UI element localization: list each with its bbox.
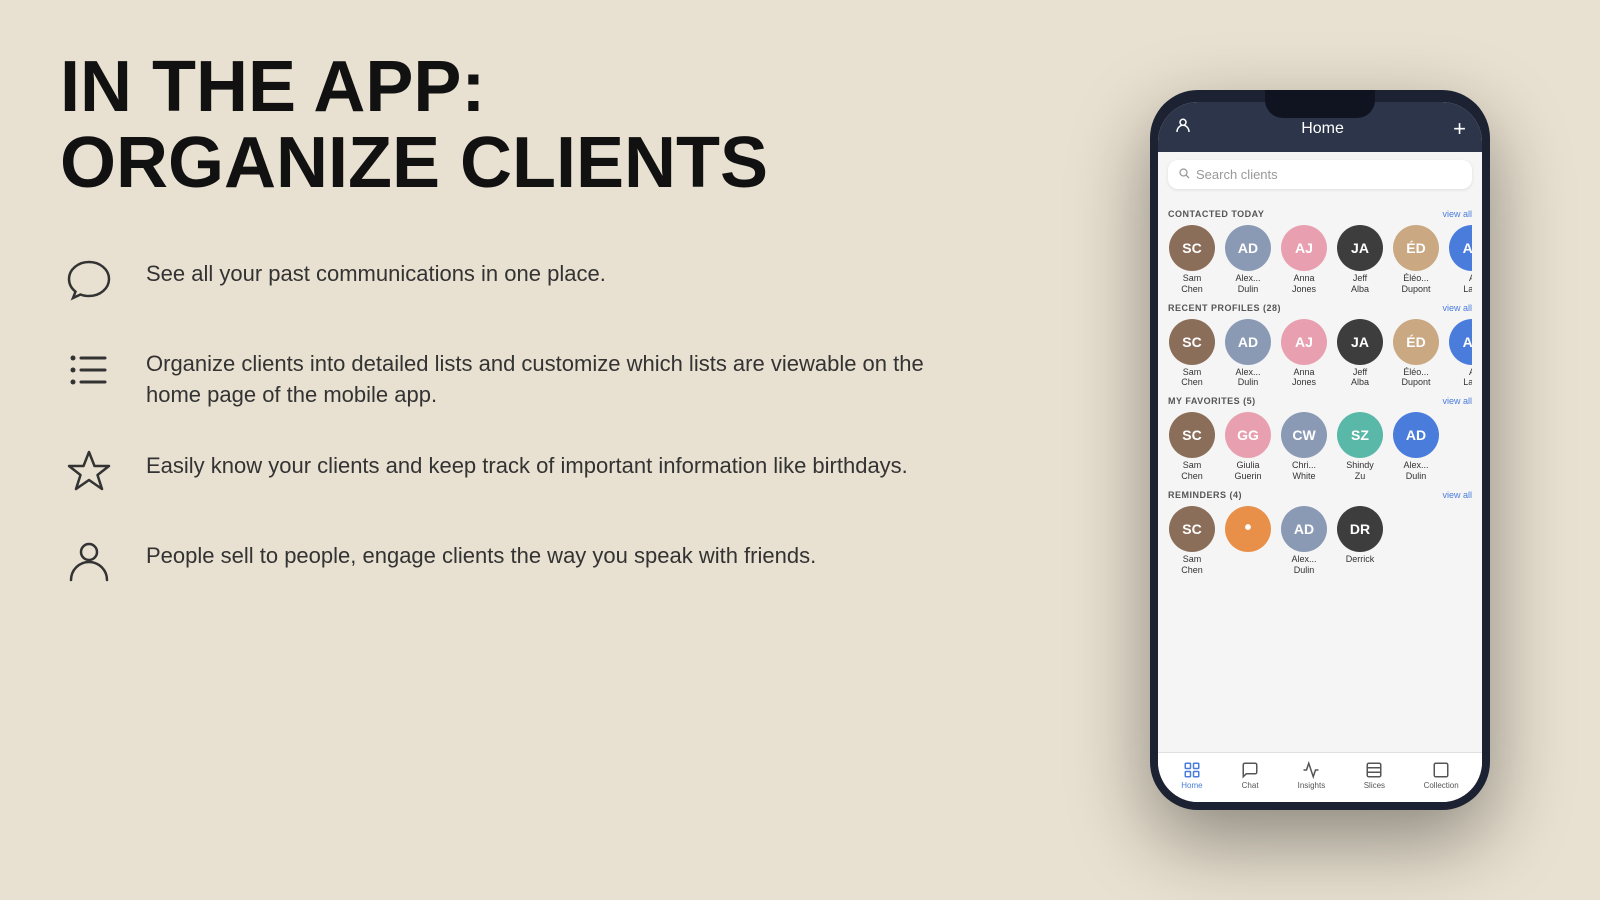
phone-mockup: Home + Search clients CONTACTED TODAY xyxy=(1150,90,1490,810)
list-item[interactable]: AD Alex...Dulin xyxy=(1280,506,1328,576)
section-header-reminders: REMINDERS (4) view all xyxy=(1168,490,1472,500)
list-item[interactable]: • xyxy=(1224,506,1272,576)
section-title-contacted-today: CONTACTED TODAY xyxy=(1168,209,1264,219)
avatars-my-favorites: SC SamChen GG GiuliaGuerin CW Chri...Whi… xyxy=(1168,412,1472,482)
app-title: Home xyxy=(1301,120,1344,138)
list-item[interactable]: SC SamChen xyxy=(1168,225,1216,295)
list-item[interactable]: JA JeffAlba xyxy=(1336,319,1384,389)
avatar: SC xyxy=(1169,225,1215,271)
avatar: ÉD xyxy=(1393,319,1439,365)
avatar: AJ xyxy=(1281,319,1327,365)
nav-label-slices: Slices xyxy=(1364,781,1385,790)
feature-text-person: People sell to people, engage clients th… xyxy=(146,533,816,572)
avatar: • xyxy=(1225,506,1271,552)
view-all-recent-profiles[interactable]: view all xyxy=(1442,303,1472,313)
right-panel: Home + Search clients CONTACTED TODAY xyxy=(1040,0,1600,900)
avatar: JA xyxy=(1337,319,1383,365)
feature-text-star: Easily know your clients and keep track … xyxy=(146,443,908,482)
avatar: AD xyxy=(1393,412,1439,458)
section-header-my-favorites: MY FAVORITES (5) view all xyxy=(1168,396,1472,406)
avatar: SZ xyxy=(1337,412,1383,458)
phone-notch xyxy=(1265,90,1375,118)
feature-item-person: People sell to people, engage clients th… xyxy=(60,533,980,591)
list-item[interactable]: SC SamChen xyxy=(1168,506,1216,576)
section-header-contacted-today: CONTACTED TODAY view all xyxy=(1168,209,1472,219)
view-all-reminders[interactable]: view all xyxy=(1442,490,1472,500)
avatars-reminders: SC SamChen • AD Alex...Dulin DR Derrick xyxy=(1168,506,1472,576)
list-item[interactable]: JA JeffAlba xyxy=(1336,225,1384,295)
feature-text-chat: See all your past communications in one … xyxy=(146,251,606,290)
add-button[interactable]: + xyxy=(1453,116,1466,142)
feature-text-list: Organize clients into detailed lists and… xyxy=(146,341,980,411)
avatar: SC xyxy=(1169,412,1215,458)
avatar: AD xyxy=(1225,225,1271,271)
phone-screen: Home + Search clients CONTACTED TODAY xyxy=(1158,102,1482,802)
person-icon xyxy=(60,533,118,591)
nav-label-home: Home xyxy=(1181,781,1202,790)
list-item[interactable]: ÉD Éléo...Dupont xyxy=(1392,225,1440,295)
star-icon xyxy=(60,443,118,501)
nav-item-chat[interactable]: Chat xyxy=(1241,761,1259,790)
nav-item-home[interactable]: Home xyxy=(1181,761,1202,790)
avatar: CW xyxy=(1281,412,1327,458)
list-icon xyxy=(60,341,118,399)
avatar: AL xyxy=(1449,225,1472,271)
avatar: JA xyxy=(1337,225,1383,271)
list-item[interactable]: CW Chri...White xyxy=(1280,412,1328,482)
list-item[interactable]: SC SamChen xyxy=(1168,319,1216,389)
view-all-contacted-today[interactable]: view all xyxy=(1442,209,1472,219)
section-title-my-favorites: MY FAVORITES (5) xyxy=(1168,396,1256,406)
list-item[interactable]: AD Alex...Dulin xyxy=(1392,412,1440,482)
feature-item-list: Organize clients into detailed lists and… xyxy=(60,341,980,411)
list-item[interactable]: ÉD Éléo...Dupont xyxy=(1392,319,1440,389)
header-person-icon[interactable] xyxy=(1174,117,1192,141)
search-icon xyxy=(1178,167,1190,182)
avatar: AL xyxy=(1449,319,1472,365)
nav-label-chat: Chat xyxy=(1242,781,1259,790)
list-item[interactable]: AD Alex...Dulin xyxy=(1224,225,1272,295)
nav-item-insights[interactable]: Insights xyxy=(1298,761,1326,790)
view-all-my-favorites[interactable]: view all xyxy=(1442,396,1472,406)
feature-item-chat: See all your past communications in one … xyxy=(60,251,980,309)
list-item[interactable]: GG GiuliaGuerin xyxy=(1224,412,1272,482)
section-title-reminders: REMINDERS (4) xyxy=(1168,490,1242,500)
avatar: SC xyxy=(1169,319,1215,365)
chat-icon xyxy=(60,251,118,309)
list-item[interactable]: SC SamChen xyxy=(1168,412,1216,482)
avatars-contacted-today: SC SamChen AD Alex...Dulin AJ AnnaJones … xyxy=(1168,225,1472,295)
section-title-recent-profiles: RECENT PROFILES (28) xyxy=(1168,303,1281,313)
nav-label-collection: Collection xyxy=(1424,781,1459,790)
avatar: GG xyxy=(1225,412,1271,458)
list-item[interactable]: SZ ShindyZu xyxy=(1336,412,1384,482)
feature-item-star: Easily know your clients and keep track … xyxy=(60,443,980,501)
search-placeholder: Search clients xyxy=(1196,167,1278,182)
list-item[interactable]: DR Derrick xyxy=(1336,506,1384,576)
list-item[interactable]: AL ALa... xyxy=(1448,225,1472,295)
page-title: IN THE APP: ORGANIZE CLIENTS xyxy=(60,50,980,201)
list-item[interactable]: AL ALa... xyxy=(1448,319,1472,389)
avatar: SC xyxy=(1169,506,1215,552)
list-item[interactable]: AJ AnnaJones xyxy=(1280,225,1328,295)
list-item[interactable]: AD Alex...Dulin xyxy=(1224,319,1272,389)
bottom-nav: Home Chat Insights xyxy=(1158,752,1482,802)
avatars-recent-profiles: SC SamChen AD Alex...Dulin AJ AnnaJones … xyxy=(1168,319,1472,389)
left-panel: IN THE APP: ORGANIZE CLIENTS See all you… xyxy=(0,0,1040,900)
avatar: ÉD xyxy=(1393,225,1439,271)
feature-list: See all your past communications in one … xyxy=(60,251,980,591)
nav-item-collection[interactable]: Collection xyxy=(1424,761,1459,790)
avatar: DR xyxy=(1337,506,1383,552)
nav-item-slices[interactable]: Slices xyxy=(1364,761,1385,790)
list-item[interactable]: AJ AnnaJones xyxy=(1280,319,1328,389)
avatar: AJ xyxy=(1281,225,1327,271)
nav-label-insights: Insights xyxy=(1298,781,1326,790)
search-bar[interactable]: Search clients xyxy=(1168,160,1472,189)
avatar: AD xyxy=(1281,506,1327,552)
avatar: AD xyxy=(1225,319,1271,365)
section-header-recent-profiles: RECENT PROFILES (28) view all xyxy=(1168,303,1472,313)
app-content[interactable]: CONTACTED TODAY view all SC SamChen AD A… xyxy=(1158,197,1482,752)
